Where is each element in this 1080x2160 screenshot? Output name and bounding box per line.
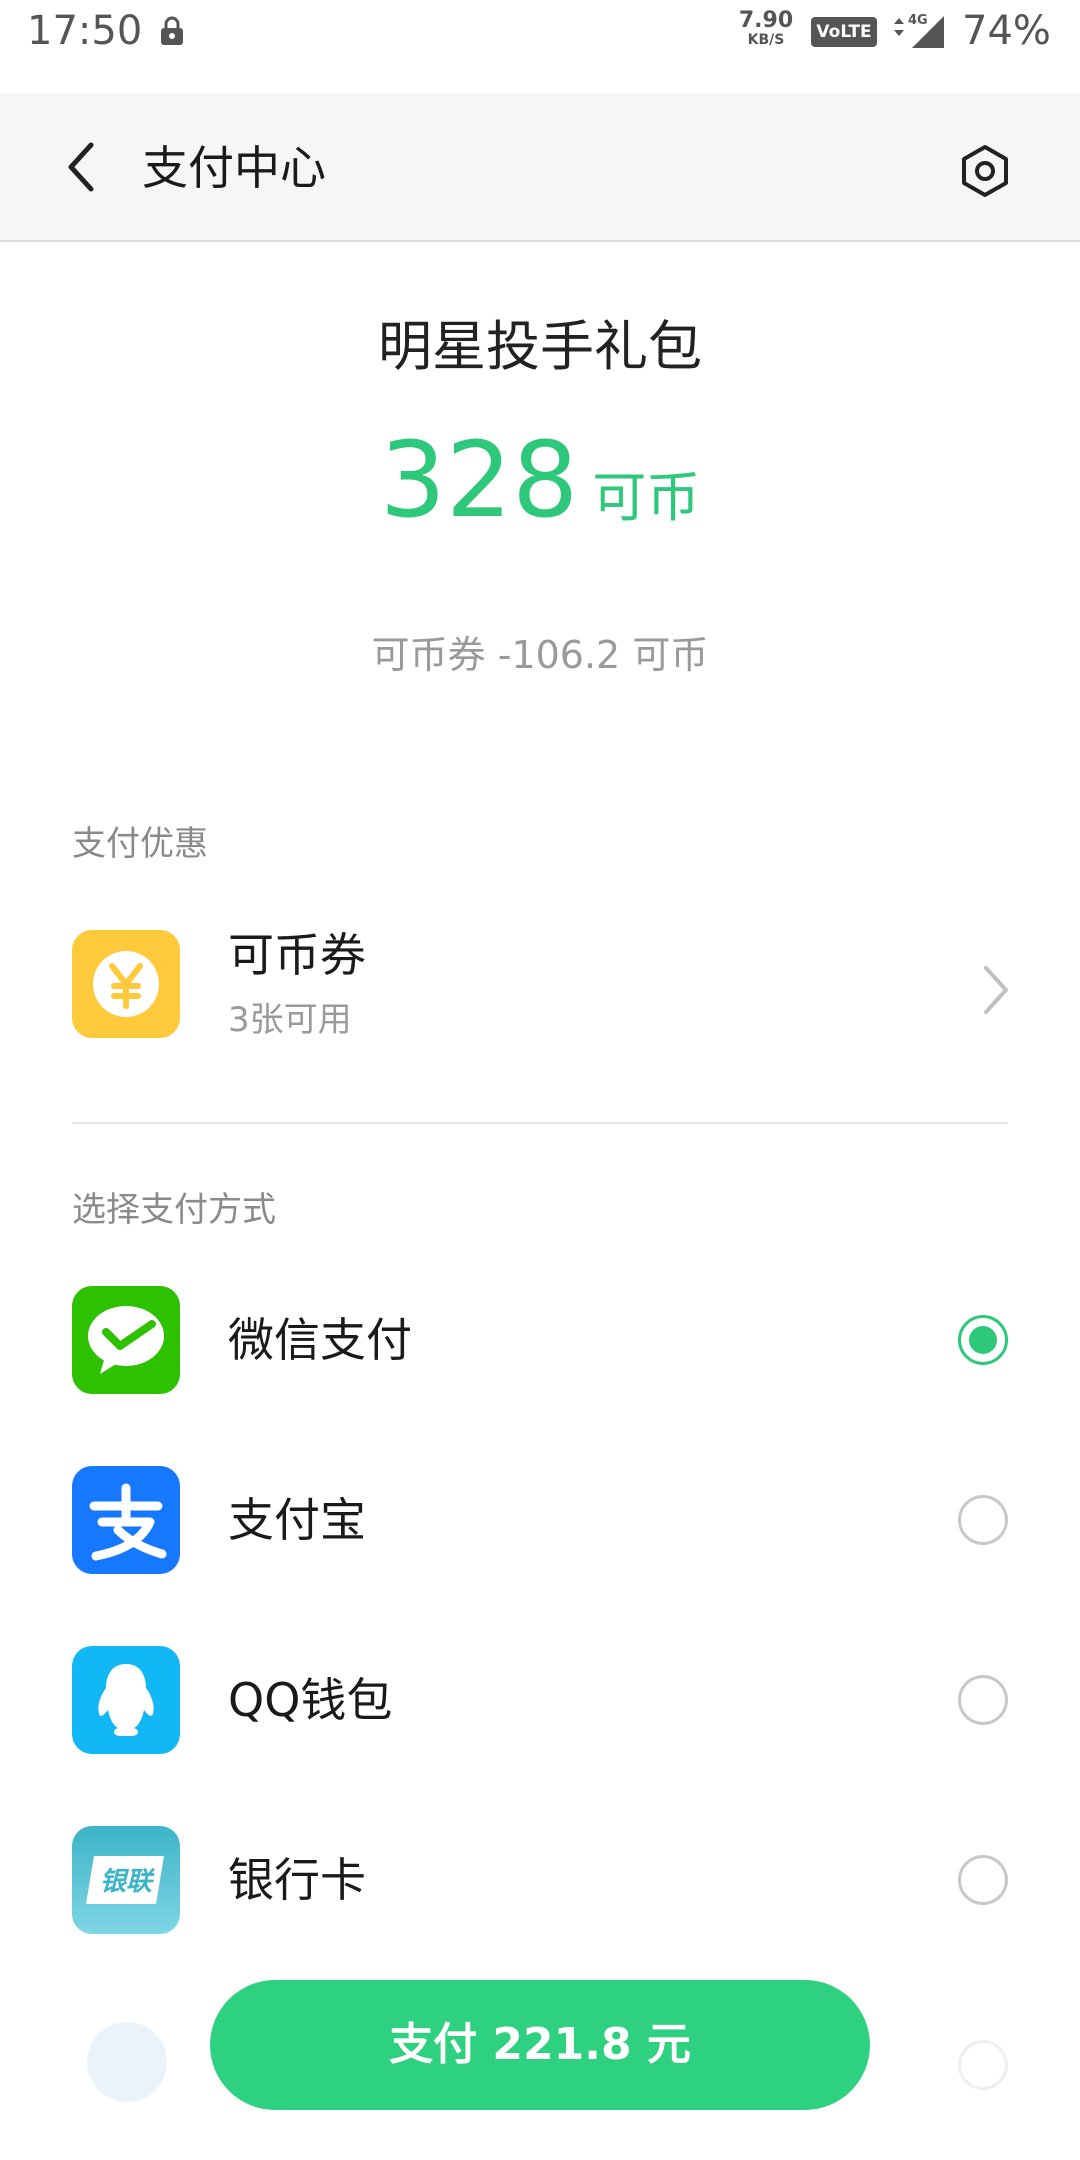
radio-alipay[interactable] <box>958 1495 1008 1545</box>
network-speed-unit: KB/S <box>747 32 785 48</box>
yuan-coin-icon <box>72 930 180 1038</box>
payment-method-label: QQ钱包 <box>228 1673 393 1727</box>
qq-wallet-icon <box>72 1646 180 1754</box>
faded-radio <box>958 2040 1008 2090</box>
discount-section-label: 支付优惠 <box>72 824 208 864</box>
alipay-icon <box>72 1466 180 1574</box>
payment-method-wechat[interactable]: 微信支付 <box>0 1280 1080 1400</box>
payment-section-label: 选择支付方式 <box>72 1190 276 1230</box>
payment-method-qq-wallet[interactable]: QQ钱包 <box>0 1640 1080 1760</box>
page-title: 支付中心 <box>142 141 326 195</box>
faded-payment-icon <box>87 2022 167 2102</box>
status-bar: 17:50 7.90 KB/S VoLTE 4G 74% <box>0 0 1080 93</box>
pay-button[interactable]: 支付 221.8 元 <box>210 1980 870 2110</box>
signal-4g-icon: 4G <box>894 13 944 48</box>
payment-method-bank-card[interactable]: 银联 银行卡 <box>0 1820 1080 1940</box>
chevron-right-icon <box>984 966 1008 1014</box>
status-time: 17:50 <box>27 8 143 54</box>
price-amount: 328 <box>379 419 579 541</box>
hexagon-settings-icon <box>962 145 1008 197</box>
payment-method-alipay[interactable]: 支付宝 <box>0 1460 1080 1580</box>
unionpay-icon-text: 银联 <box>100 1867 156 1897</box>
section-divider <box>72 1122 1008 1124</box>
battery-level: 74% <box>962 8 1051 54</box>
network-speed: 7.90 KB/S <box>736 8 796 49</box>
payment-method-label: 微信支付 <box>228 1313 412 1367</box>
price-unit: 可币 <box>592 466 701 529</box>
lock-icon <box>161 16 183 45</box>
price-display: 328 可币 <box>0 425 1080 553</box>
coupon-available: 3张可用 <box>228 1000 352 1040</box>
product-name: 明星投手礼包 <box>378 315 702 378</box>
chevron-left-icon <box>68 142 94 192</box>
payment-method-label: 银行卡 <box>228 1853 366 1907</box>
network-speed-value: 7.90 <box>738 8 794 33</box>
radio-wechat[interactable] <box>958 1315 1008 1365</box>
wechat-pay-icon <box>72 1286 180 1394</box>
network-type: 4G <box>908 13 928 28</box>
coupon-row[interactable]: 可币券 3张可用 <box>0 900 1080 1080</box>
unionpay-icon: 银联 <box>72 1826 180 1934</box>
radio-bank-card[interactable] <box>958 1855 1008 1905</box>
payment-method-label: 支付宝 <box>228 1493 366 1547</box>
radio-qq-wallet[interactable] <box>958 1675 1008 1725</box>
coupon-title: 可币券 <box>228 928 366 982</box>
back-button[interactable] <box>52 135 108 199</box>
coupon-deduction: 可币券 -106.2 可币 <box>371 633 709 677</box>
volte-badge: VoLTE <box>811 17 877 47</box>
app-bar: 支付中心 <box>0 93 1080 242</box>
settings-button[interactable] <box>950 136 1020 206</box>
